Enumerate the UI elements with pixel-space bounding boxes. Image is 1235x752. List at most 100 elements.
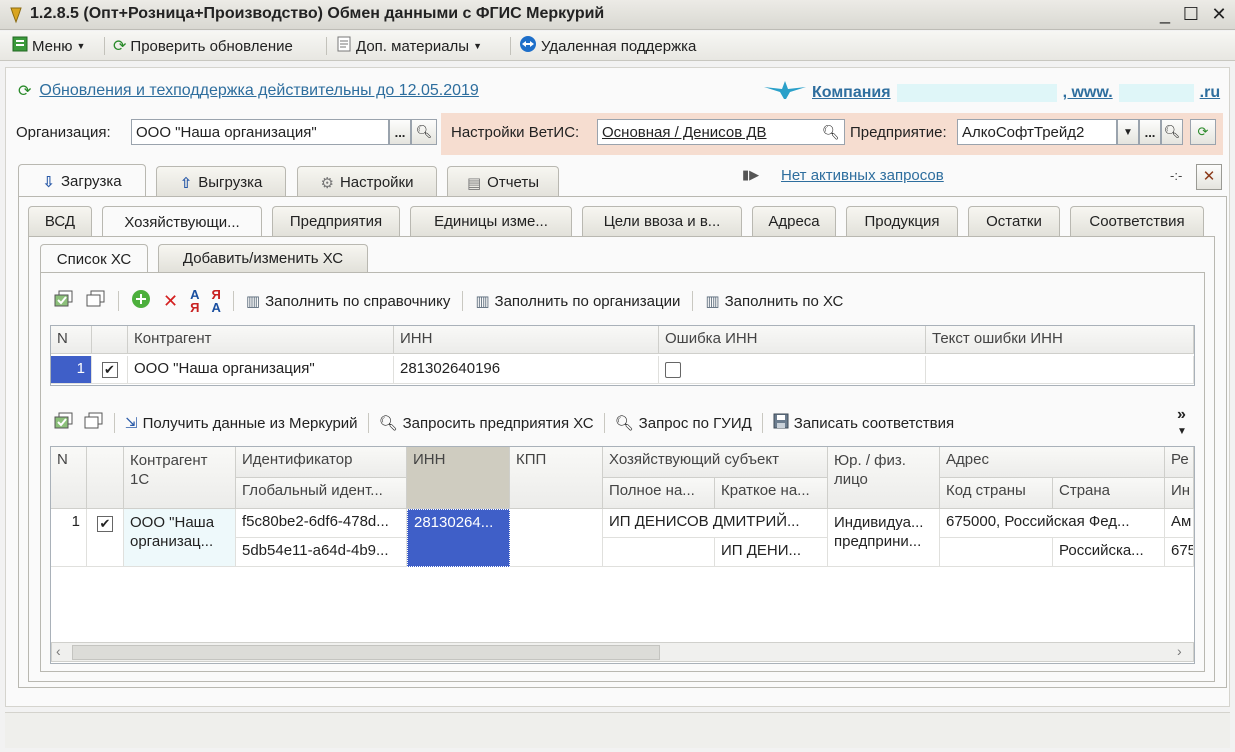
cell-check[interactable]: ✔: [87, 509, 124, 567]
get-mercury-data-button[interactable]: ⇲ Получить данные из Меркурий: [125, 411, 358, 435]
col-business-entity[interactable]: Хозяйствующий субъект: [603, 447, 828, 478]
col-inn[interactable]: ИНН: [407, 447, 510, 509]
scrollbar-thumb[interactable]: [72, 645, 660, 660]
fill-by-hs-button[interactable]: ▥ Заполнить по ХС: [705, 289, 843, 313]
org-input[interactable]: ООО "Наша организация": [131, 119, 389, 145]
col-inn-error-text[interactable]: Текст ошибки ИНН: [926, 326, 1194, 354]
col-short-name[interactable]: Краткое на...: [715, 478, 828, 509]
tab-unload[interactable]: ⇧ Выгрузка: [156, 166, 286, 198]
splitter-icon[interactable]: -:-: [1170, 168, 1182, 183]
cell-inn[interactable]: 281302640196: [394, 356, 659, 384]
tab-load[interactable]: ⇩ Загрузка: [18, 164, 146, 198]
cell-contractor-1c[interactable]: ООО "Наша организац...: [124, 509, 236, 567]
scroll-left-icon[interactable]: ‹: [56, 643, 61, 659]
col-contractor-1c[interactable]: Контрагент 1С: [124, 447, 236, 509]
col-kpp[interactable]: КПП: [510, 447, 603, 509]
subtab-enterprises[interactable]: Предприятия: [272, 206, 400, 236]
cell-identifier[interactable]: f5c80be2-6df6-478d...: [236, 509, 407, 538]
subtab-units[interactable]: Единицы изме...: [410, 206, 572, 236]
tab-settings[interactable]: ⚙ Настройки: [297, 166, 437, 198]
sort-desc-icon[interactable]: ЯA: [211, 288, 220, 314]
subtab-addresses[interactable]: Адреса: [752, 206, 836, 236]
org-select-button[interactable]: ...: [389, 119, 411, 145]
cell-n[interactable]: 1: [51, 509, 87, 567]
minimize-button[interactable]: _: [1152, 2, 1178, 26]
chevron-down-icon[interactable]: ▼: [1177, 426, 1187, 437]
enterprise-dropdown-button[interactable]: ▼: [1117, 119, 1139, 145]
subtab-products[interactable]: Продукция: [846, 206, 958, 236]
cell-global-id[interactable]: 5db54e11-a64d-4b9...: [236, 538, 407, 567]
cell-address[interactable]: 675000, Российская Фед...: [940, 509, 1165, 538]
col-inn[interactable]: ИНН: [394, 326, 659, 354]
innertab-list[interactable]: Список ХС: [40, 244, 148, 274]
extra-materials-button[interactable]: Доп. материалы ▼: [336, 35, 482, 57]
col-country-code[interactable]: Код страны: [940, 478, 1053, 509]
maximize-button[interactable]: ☐: [1178, 2, 1204, 26]
col-index[interactable]: Ин: [1165, 478, 1194, 509]
add-icon[interactable]: [131, 289, 151, 313]
request-enterprises-button[interactable]: 🔍︎ Запросить предприятия ХС: [379, 411, 594, 435]
subtab-vsd[interactable]: ВСД: [28, 206, 92, 236]
col-inn-error[interactable]: Ошибка ИНН: [659, 326, 926, 354]
subtab-business-entities[interactable]: Хозяйствующи...: [102, 206, 262, 238]
enterprise-search-button[interactable]: 🔍︎: [1161, 119, 1183, 145]
enterprise-select-button[interactable]: ...: [1139, 119, 1161, 145]
company-url-suffix[interactable]: .ru: [1200, 84, 1220, 102]
cell-inn-error-text[interactable]: [926, 356, 1194, 384]
org-search-button[interactable]: 🔍︎: [411, 119, 437, 145]
col-legal-type[interactable]: Юр. / физ. лицо: [828, 447, 940, 509]
company-url-sep[interactable]: , www.: [1063, 84, 1113, 102]
cell-legal-type[interactable]: Индивидуа... предприни...: [828, 509, 940, 567]
enterprise-refresh-button[interactable]: ⟳: [1190, 119, 1216, 145]
checkbox[interactable]: [665, 361, 681, 378]
more-icon[interactable]: »: [1177, 406, 1186, 424]
cell-region[interactable]: Ам: [1165, 509, 1194, 538]
col-contractor[interactable]: Контрагент: [128, 326, 394, 354]
fill-by-org-button[interactable]: ▥ Заполнить по организации: [475, 289, 680, 313]
subtab-purposes[interactable]: Цели ввоза и в...: [582, 206, 742, 236]
updates-link[interactable]: Обновления и техподдержка действительны …: [39, 82, 478, 100]
sort-asc-icon[interactable]: AЯ: [190, 288, 199, 314]
delete-icon[interactable]: ✕: [163, 291, 178, 312]
col-n[interactable]: N: [51, 447, 87, 509]
cell-n[interactable]: 1: [51, 356, 92, 384]
remote-support-button[interactable]: Удаленная поддержка: [519, 35, 696, 57]
vetis-input[interactable]: Основная / Денисов ДВ: [597, 119, 845, 145]
save-matches-button[interactable]: Записать соответствия: [773, 411, 954, 435]
check-all-icon[interactable]: [54, 412, 74, 434]
subtab-matches[interactable]: Соответствия: [1070, 206, 1204, 236]
close-panel-button[interactable]: ✕: [1196, 164, 1222, 190]
close-button[interactable]: ✕: [1206, 2, 1232, 26]
fill-by-reference-button[interactable]: ▥ Заполнить по справочнику: [246, 289, 450, 313]
col-n[interactable]: N: [51, 326, 92, 354]
updates-info[interactable]: ⟳ Обновления и техподдержка действительн…: [18, 81, 479, 101]
col-identifier[interactable]: Идентификатор: [236, 447, 407, 478]
cell-full-name-2[interactable]: [603, 538, 715, 567]
uncheck-all-icon[interactable]: [86, 290, 106, 312]
innertab-add-edit[interactable]: Добавить/изменить ХС: [158, 244, 368, 272]
cell-inn-error[interactable]: [659, 356, 926, 384]
cell-country[interactable]: Российска...: [1053, 538, 1165, 567]
guid-request-button[interactable]: 🔍︎ Запрос по ГУИД: [615, 411, 752, 435]
cell-full-name[interactable]: ИП ДЕНИСОВ ДМИТРИЙ...: [603, 509, 828, 538]
cell-check[interactable]: ✔: [92, 356, 128, 384]
col-full-name[interactable]: Полное на...: [603, 478, 715, 509]
tab-reports[interactable]: ▤ Отчеты: [447, 166, 559, 198]
cell-country-code[interactable]: [940, 538, 1053, 567]
enterprise-input[interactable]: АлкоСофтТрейд2: [957, 119, 1117, 145]
checkbox[interactable]: ✔: [97, 515, 113, 532]
check-all-icon[interactable]: [54, 290, 74, 312]
checkbox[interactable]: ✔: [101, 361, 118, 378]
requests-link[interactable]: Нет активных запросов: [781, 167, 944, 184]
cell-index[interactable]: 675: [1165, 538, 1194, 567]
col-address[interactable]: Адрес: [940, 447, 1165, 478]
col-check[interactable]: [92, 326, 128, 354]
col-global-id[interactable]: Глобальный идент...: [236, 478, 407, 509]
col-region[interactable]: Ре: [1165, 447, 1194, 478]
uncheck-all-icon[interactable]: [84, 412, 104, 434]
col-country[interactable]: Страна: [1053, 478, 1165, 509]
cell-kpp[interactable]: [510, 509, 603, 567]
check-update-button[interactable]: ⟳ Проверить обновление: [113, 35, 293, 57]
subtab-stock[interactable]: Остатки: [968, 206, 1060, 236]
company-link-block[interactable]: Компания , www. .ru: [764, 79, 1220, 106]
